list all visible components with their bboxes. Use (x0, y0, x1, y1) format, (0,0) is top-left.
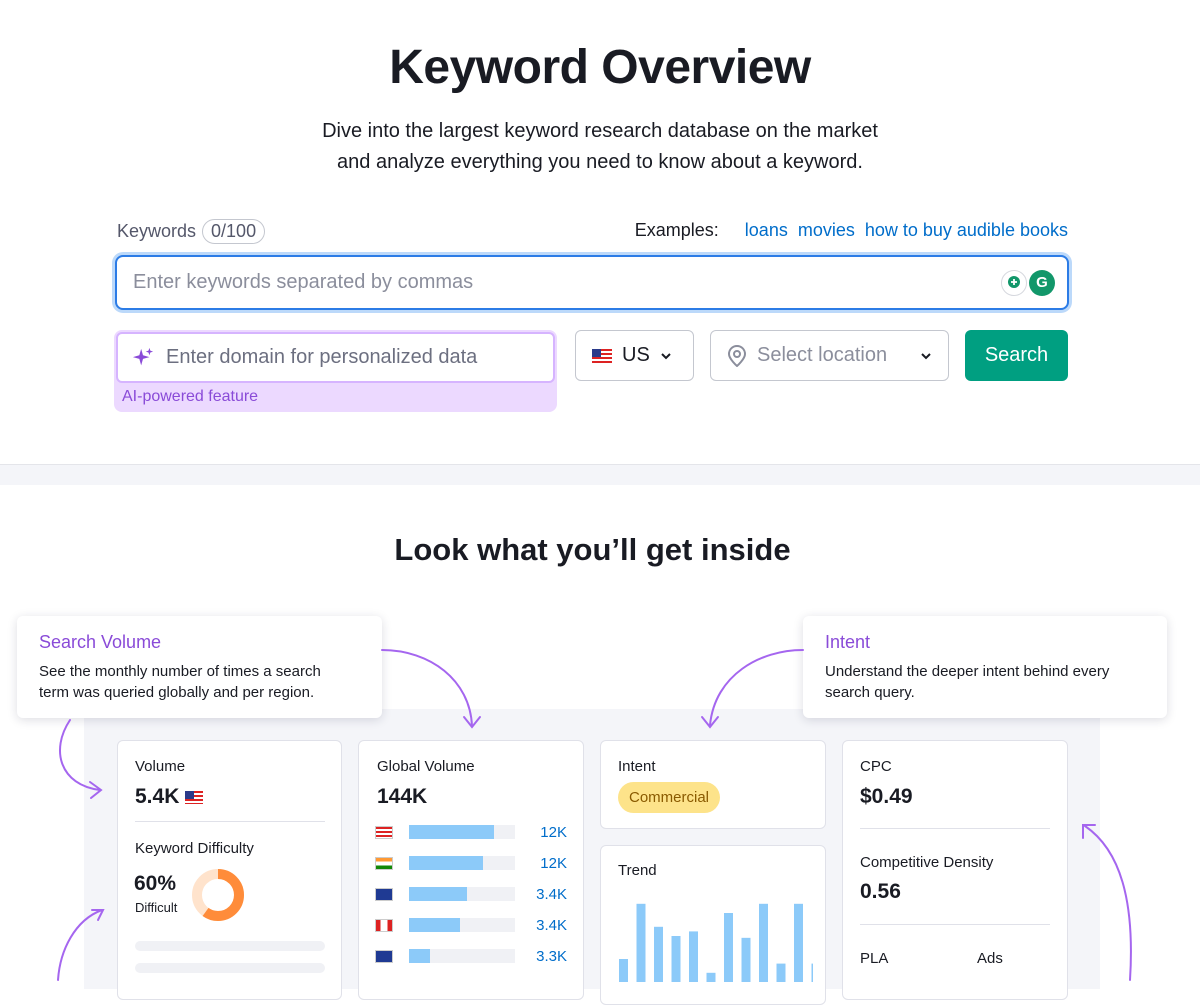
arrow-path (381, 649, 473, 727)
arrow-path (709, 649, 804, 726)
arrow-path (57, 909, 103, 981)
arrow-path (1084, 825, 1132, 981)
decorative-arrows (57, 649, 1132, 981)
arrow-path (59, 719, 101, 791)
